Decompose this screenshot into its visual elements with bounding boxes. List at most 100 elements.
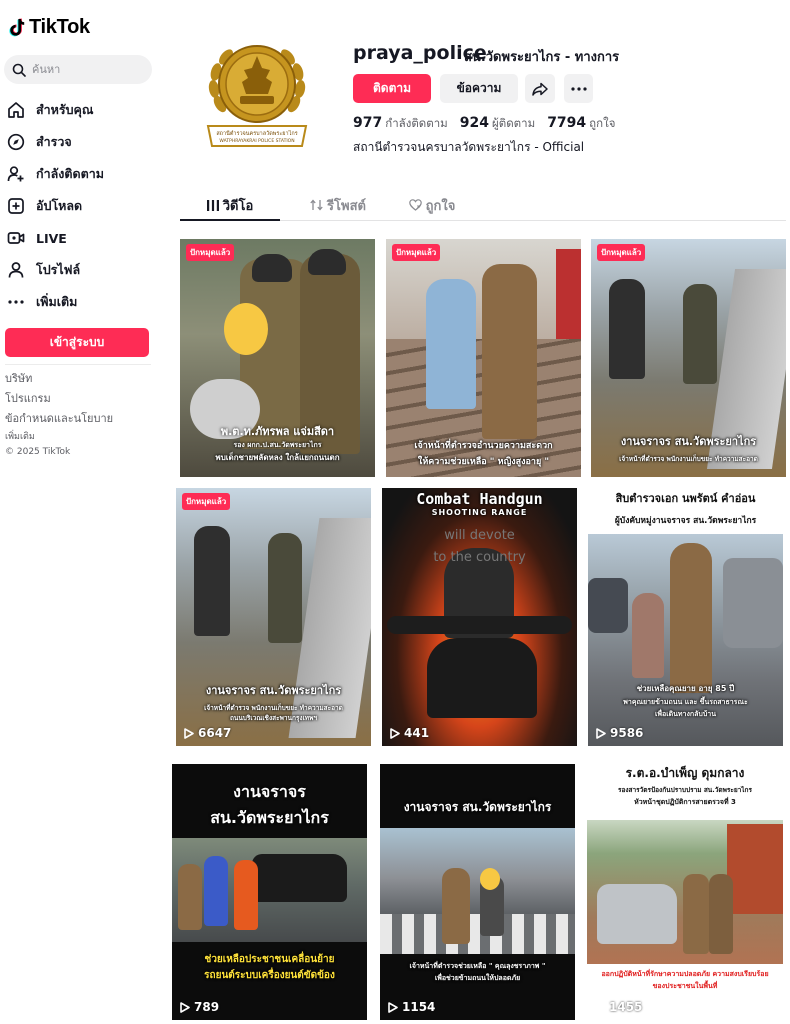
pinned-badge: ปักหมุดแล้ว <box>392 244 441 261</box>
more-icon <box>6 292 26 312</box>
video-thumbnail <box>588 488 783 746</box>
view-count-value: 9586 <box>610 726 644 740</box>
video-caption: งานจราจร สน.วัดพระยาไกร <box>620 435 757 448</box>
ellipsis-icon <box>570 86 587 91</box>
nav-item-following[interactable]: กำลังติดตาม <box>6 158 104 190</box>
main-nav: สำหรับคุณ สำรวจ กำลังติดตาม อัปโหลด LIVE <box>6 94 104 318</box>
pinned-badge: ปักหมุดแล้ว <box>597 244 646 261</box>
video-card[interactable]: สิบตำรวจเอก นพรัตน์ คำอ่อน ผู้บังคับหมู่… <box>588 488 783 746</box>
nav-item-explore[interactable]: สำรวจ <box>6 126 104 158</box>
share-button[interactable] <box>525 74 555 103</box>
app-name: TikTok <box>29 16 90 38</box>
video-card[interactable]: ปักหมุดแล้ว งานจราจร สน.วัดพระยาไกร เจ้า… <box>176 488 371 746</box>
view-count-value: 1154 <box>402 1000 436 1014</box>
video-thumbnail <box>382 488 577 746</box>
video-caption: ร.ต.อ.บำเพ็ญ ดุมกลาง <box>625 766 745 780</box>
profile-nickname: สน.วัดพระยาไกร - ทางการ <box>464 50 620 65</box>
video-caption-sub: พบเด็กชายพลัดหลง ใกล้แยกถนนตก <box>215 453 340 462</box>
follow-button[interactable]: ติดตาม <box>353 74 431 103</box>
upload-icon <box>6 196 26 216</box>
tab-liked[interactable]: ถูกใจ <box>382 190 482 220</box>
following-count: 977 <box>353 115 383 131</box>
video-caption-sub: หัวหน้าชุดปฏิบัติการสายตรวจที่ 3 <box>634 798 736 806</box>
login-button[interactable]: เข้าสู่ระบบ <box>5 328 149 357</box>
video-card[interactable]: ปักหมุดแล้ว พ.ต.ท.ภัทรพล แจ่มสีดา รอง ผก… <box>180 239 375 477</box>
footer-link-company[interactable]: บริษัท <box>5 369 113 389</box>
video-caption-sub: เจ้าหน้าที่ตำรวจ พนักงานเก็บขยะ ทำความสะ… <box>619 455 758 463</box>
video-caption-sub: ถนนบริเวณเชิงสะพานกรุงเทพฯ <box>229 714 318 722</box>
nav-item-profile[interactable]: โปรไฟล์ <box>6 254 104 286</box>
message-button[interactable]: ข้อความ <box>440 74 518 103</box>
face-blur-emoji <box>480 868 500 890</box>
live-icon <box>6 228 26 248</box>
footer-link-terms[interactable]: ข้อกำหนดและนโยบาย <box>5 409 113 429</box>
nav-item-for-you[interactable]: สำหรับคุณ <box>6 94 104 126</box>
view-count: 1154 <box>388 1000 435 1014</box>
nav-label-live: LIVE <box>36 230 67 246</box>
play-icon <box>390 727 400 739</box>
search-bar[interactable] <box>4 55 152 84</box>
video-card[interactable]: ปักหมุดแล้ว งานจราจร สน.วัดพระยาไกร เจ้า… <box>591 239 786 477</box>
tab-videos[interactable]: วิดีโอ <box>180 190 280 221</box>
nav-label-following: กำลังติดตาม <box>36 166 104 181</box>
following-label: กำลังติดตาม <box>385 116 448 130</box>
video-card[interactable]: ร.ต.อ.บำเพ็ญ ดุมกลาง รองสารวัตรป้องกันปร… <box>587 764 783 1020</box>
nav-item-live[interactable]: LIVE <box>6 222 104 254</box>
face-blur-emoji <box>224 303 268 355</box>
share-icon <box>532 82 548 96</box>
grid-icon <box>206 199 219 211</box>
search-input[interactable] <box>32 63 142 76</box>
more-options-button[interactable] <box>564 74 593 103</box>
nav-label-profile: โปรไฟล์ <box>36 262 81 277</box>
nav-item-upload[interactable]: อัปโหลด <box>6 190 104 222</box>
video-caption-sub: ช่วยเหลือคุณยาย อายุ 85 ปี <box>636 684 735 693</box>
profile-icon <box>6 260 26 280</box>
video-caption-sub: ผู้บังคับหมู่งานจราจร สน.วัดพระยาไกร <box>614 516 757 526</box>
likes-count: 7794 <box>547 115 587 131</box>
footer-link-program[interactable]: โปรแกรม <box>5 389 113 409</box>
stat-following[interactable]: 977 กำลังติดตาม <box>353 112 448 133</box>
copyright: © 2025 TikTok <box>5 447 71 457</box>
likes-label: ถูกใจ <box>589 116 616 130</box>
sidebar-divider <box>5 364 151 365</box>
pinned-badge: ปักหมุดแล้ว <box>182 493 231 510</box>
video-caption-sub: สน.วัดพระยาไกร <box>210 808 329 827</box>
compass-icon <box>6 132 26 152</box>
video-card[interactable]: Combat Handgun SHOOTING RANGE will devot… <box>382 488 577 746</box>
video-caption-sub: ของประชาชนในพื้นที่ <box>652 982 718 990</box>
video-card[interactable]: งานจราจร สน.วัดพระยาไกร ช่วยเหลือประชาชน… <box>172 764 367 1020</box>
footer-link-more[interactable]: เพิ่มเติม <box>5 429 113 445</box>
following-icon <box>6 164 26 184</box>
nav-label-for-you: สำหรับคุณ <box>36 102 94 117</box>
stat-likes: 7794 ถูกใจ <box>547 112 615 133</box>
heart-icon <box>408 199 422 211</box>
video-caption: เจ้าหน้าที่ตำรวจอำนวยความสะดวก <box>414 441 553 451</box>
tab-label-reposts: รีโพสต์ <box>327 198 366 214</box>
video-caption-sub: will devote <box>444 528 515 543</box>
view-count: 1455 <box>595 1000 642 1014</box>
video-caption-sub: SHOOTING RANGE <box>431 508 528 517</box>
video-caption: พ.ต.ท.ภัทรพล แจ่มสีดา <box>220 425 335 438</box>
nav-item-more[interactable]: เพิ่มเติม <box>6 286 104 318</box>
video-caption: งานจราจร <box>233 782 306 801</box>
video-caption-sub: เพื่อช่วยข้ามถนนให้ปลอดภัย <box>434 974 521 982</box>
profile-avatar[interactable]: สถานีตำรวจนครบาลวัดพระยาไกร WATPHRAYAKRA… <box>202 34 312 154</box>
stat-followers[interactable]: 924 ผู้ติดตาม <box>460 112 535 133</box>
video-card[interactable]: ปักหมุดแล้ว เจ้าหน้าที่ตำรวจอำนวยความสะด… <box>386 239 581 477</box>
avatar-caption-en: WATPHRAYAKRAI POLICE STATION <box>219 138 294 144</box>
tiktok-logo[interactable]: TikTok <box>8 16 90 39</box>
video-card[interactable]: งานจราจร สน.วัดพระยาไกร เจ้าหน้าที่ตำรวจ… <box>380 764 575 1020</box>
video-caption-sub: พาคุณยายข้ามถนน และ ขึ้นรถสาธารณะ <box>623 698 748 706</box>
nav-label-upload: อัปโหลด <box>36 198 83 213</box>
play-icon <box>184 727 194 739</box>
video-caption-sub: เจ้าหน้าที่ตำรวจช่วยเหลือ " คุณลุงชราภาพ… <box>409 962 546 970</box>
avatar-caption: สถานีตำรวจนครบาลวัดพระยาไกร <box>216 130 297 137</box>
view-count-value: 1455 <box>609 1000 643 1014</box>
tab-label-liked: ถูกใจ <box>425 198 456 214</box>
play-icon <box>595 1001 605 1013</box>
tab-reposts[interactable]: รีโพสต์ <box>288 190 388 220</box>
profile-tabs: วิดีโอ รีโพสต์ ถูกใจ <box>180 190 786 221</box>
view-count-value: 441 <box>404 726 430 740</box>
tab-label-videos: วิดีโอ <box>222 198 254 214</box>
view-count: 6647 <box>184 726 231 740</box>
